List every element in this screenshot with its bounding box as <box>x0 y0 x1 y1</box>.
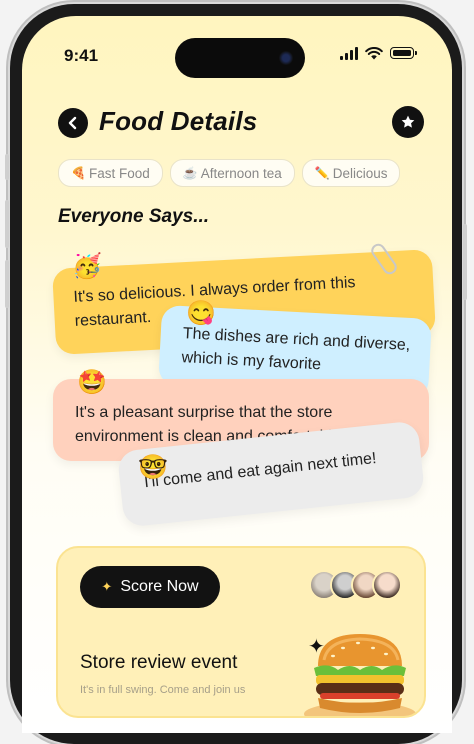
camera-icon <box>279 51 293 65</box>
avatar <box>372 570 402 600</box>
tag-label: Fast Food <box>88 165 150 181</box>
chevron-left-icon <box>68 116 77 130</box>
review-text: The dishes are rich and diverse, which i… <box>181 325 411 374</box>
star-struck-emoji-icon: 🤩 <box>77 369 107 396</box>
tag-label: Delicious <box>332 165 388 181</box>
wifi-icon <box>365 46 383 59</box>
star-icon <box>401 115 415 128</box>
back-button[interactable] <box>58 108 88 138</box>
status-icons <box>340 46 417 60</box>
burger-icon <box>304 634 416 716</box>
sparkle-icon: ✦ <box>101 579 113 594</box>
action-button <box>5 154 9 180</box>
tag-fast-food[interactable]: 🍕 Fast Food <box>58 159 163 187</box>
tag-delicious[interactable]: ✏️ Delicious <box>301 159 401 187</box>
score-now-label: Score Now <box>120 578 199 595</box>
tea-icon: ☕ <box>182 166 198 180</box>
pencil-icon: ✏️ <box>314 166 330 180</box>
review-text: I'll come and eat again next time! <box>143 449 378 492</box>
app-screen: 9:41 Food Details 🍕 Fast Food ☕ Afternoo… <box>22 16 452 733</box>
score-now-button[interactable]: ✦ Score Now <box>80 566 220 608</box>
volume-up-button <box>5 200 9 248</box>
pizza-icon: 🍕 <box>71 166 86 180</box>
tag-list: 🍕 Fast Food ☕ Afternoon tea ✏️ Delicious <box>58 159 401 187</box>
tag-label: Afternoon tea <box>200 165 282 181</box>
cellular-signal-icon <box>340 46 358 60</box>
reviews-title: Everyone Says... <box>58 206 210 227</box>
nerd-face-emoji-icon: 🤓 <box>138 454 168 481</box>
participant-avatars <box>309 570 402 600</box>
status-time: 9:41 <box>64 46 99 65</box>
dynamic-island <box>175 38 305 78</box>
party-face-emoji-icon: 🥳 <box>72 253 102 280</box>
power-button <box>463 224 467 300</box>
page-title: Food Details <box>99 106 258 136</box>
tag-afternoon-tea[interactable]: ☕ Afternoon tea <box>169 159 295 187</box>
event-title: Store review event <box>80 652 238 673</box>
volume-down-button <box>5 260 9 308</box>
favorite-button[interactable] <box>392 106 424 138</box>
battery-icon <box>390 47 417 59</box>
event-subtitle: It's in full swing. Come and join us <box>80 684 246 696</box>
yum-face-emoji-icon: 😋 <box>186 300 216 327</box>
review-event-card[interactable]: ✦ Score Now ✦ ✦ Store review event It's … <box>56 546 426 718</box>
